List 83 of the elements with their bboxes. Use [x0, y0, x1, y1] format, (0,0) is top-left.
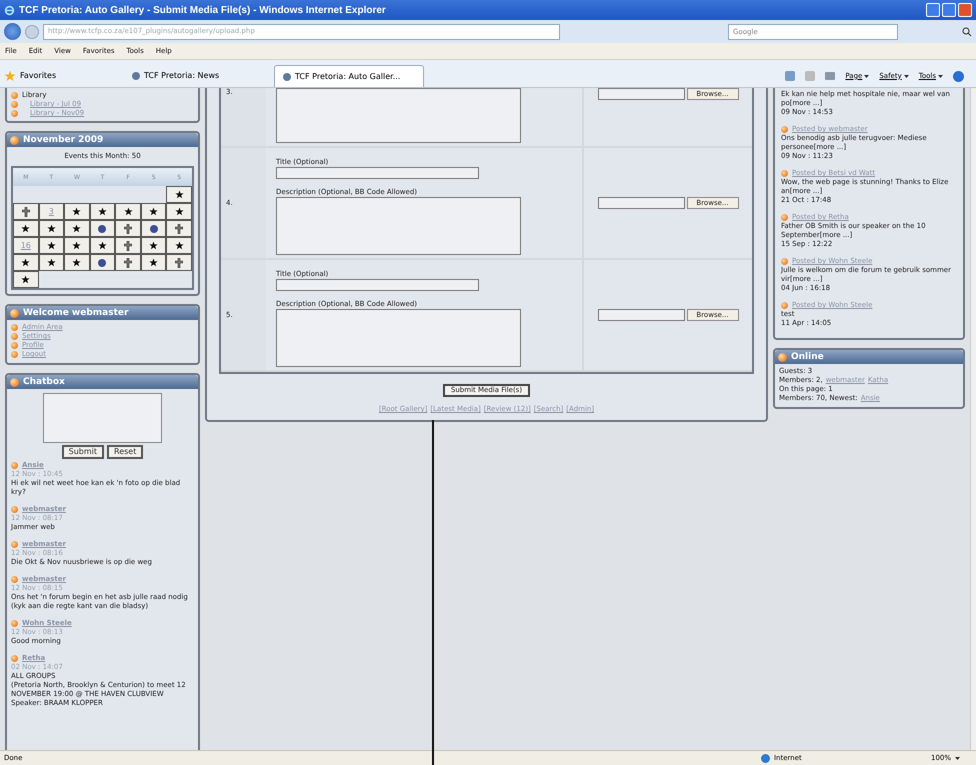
title-field[interactable] — [276, 167, 479, 179]
file-path-field[interactable] — [598, 197, 684, 209]
calendar-date-link[interactable]: 16 — [20, 241, 31, 250]
panel-title: Online — [791, 352, 824, 362]
cross-icon — [22, 206, 30, 216]
bullet-icon — [11, 655, 18, 662]
calendar-day[interactable]: 16 — [13, 237, 39, 254]
star-icon — [149, 258, 158, 267]
star-icon — [124, 207, 133, 216]
file-path-field[interactable] — [598, 88, 684, 100]
cross-icon — [175, 258, 184, 268]
star-icon — [4, 70, 16, 82]
bullet-icon — [11, 462, 18, 469]
description-field[interactable] — [276, 309, 521, 367]
star-icon — [98, 207, 107, 216]
star-icon — [149, 207, 158, 216]
calendar-day[interactable]: 3 — [38, 203, 64, 220]
chat-button[interactable]: Reset — [107, 445, 144, 459]
star-icon — [149, 241, 158, 250]
star-icon — [46, 224, 56, 233]
bullet-icon — [781, 214, 788, 221]
chat-button[interactable]: Submit — [62, 445, 104, 459]
bullet-icon — [11, 324, 18, 331]
panel-title: Chatbox — [23, 378, 65, 386]
window-title: TCF Pretoria: Auto Gallery - Submit Media File(s) - Windows Internet Explorer — [19, 4, 386, 18]
caret-icon — [864, 74, 870, 78]
bullet-icon — [11, 506, 18, 513]
panel-title: Welcome webmaster — [23, 308, 128, 318]
bullet-icon — [11, 620, 18, 627]
bullet-icon — [10, 378, 19, 386]
file-path-field[interactable] — [598, 309, 684, 321]
bullet-icon — [781, 302, 788, 309]
cross-icon — [124, 224, 132, 234]
tab-label: TCF Pretoria: Auto Galler... — [295, 70, 400, 82]
cross-icon — [124, 240, 132, 250]
star-icon — [21, 275, 30, 284]
bullet-icon — [10, 136, 19, 144]
cross-icon — [124, 258, 132, 268]
restore-button[interactable] — [942, 3, 956, 17]
browser-tab[interactable]: TCF Pretoria: Auto Galler... — [274, 65, 424, 87]
tab-label: TCF Pretoria: News — [144, 70, 220, 82]
e-logo-icon — [4, 4, 15, 16]
bullet-icon — [10, 308, 19, 318]
star-icon — [72, 207, 82, 216]
bullet-icon — [11, 101, 18, 108]
star-icon — [21, 224, 30, 233]
chat-message-field[interactable] — [43, 393, 162, 443]
bullet-icon — [11, 92, 18, 99]
description-field[interactable] — [276, 197, 521, 255]
bullet-icon — [11, 576, 18, 583]
star-icon — [98, 241, 107, 250]
description-field[interactable] — [276, 88, 521, 143]
star-icon — [72, 224, 82, 233]
caret-icon — [955, 756, 960, 760]
calendar-date-link[interactable]: 3 — [48, 207, 54, 216]
star-icon — [174, 241, 184, 250]
bullet-icon — [11, 541, 18, 548]
cross-icon — [175, 224, 184, 234]
bullet-icon — [11, 351, 18, 358]
star-icon — [174, 207, 184, 216]
browser-tab[interactable]: TCF Pretoria: News — [124, 65, 274, 87]
star-icon — [72, 241, 82, 250]
bullet-icon — [781, 258, 788, 265]
star-icon — [174, 190, 184, 199]
star-icon — [46, 241, 56, 250]
search-icon[interactable] — [962, 26, 972, 36]
bullet-icon — [778, 352, 787, 362]
bullet-icon — [781, 126, 788, 133]
bullet-icon — [11, 110, 18, 117]
favorites-button[interactable]: Favorites — [20, 70, 56, 82]
star-icon — [21, 258, 30, 267]
bullet-icon — [11, 333, 18, 340]
bullet-icon — [11, 342, 18, 349]
title-field[interactable] — [276, 279, 479, 291]
star-icon — [46, 258, 56, 267]
minimize-button[interactable] — [926, 3, 940, 17]
panel-title: November 2009 — [23, 136, 104, 144]
close-button[interactable] — [958, 3, 972, 17]
caret-icon — [904, 74, 909, 78]
back-button[interactable] — [4, 23, 21, 40]
star-icon — [72, 258, 82, 267]
caret-icon — [938, 74, 943, 78]
bullet-icon — [781, 170, 788, 177]
